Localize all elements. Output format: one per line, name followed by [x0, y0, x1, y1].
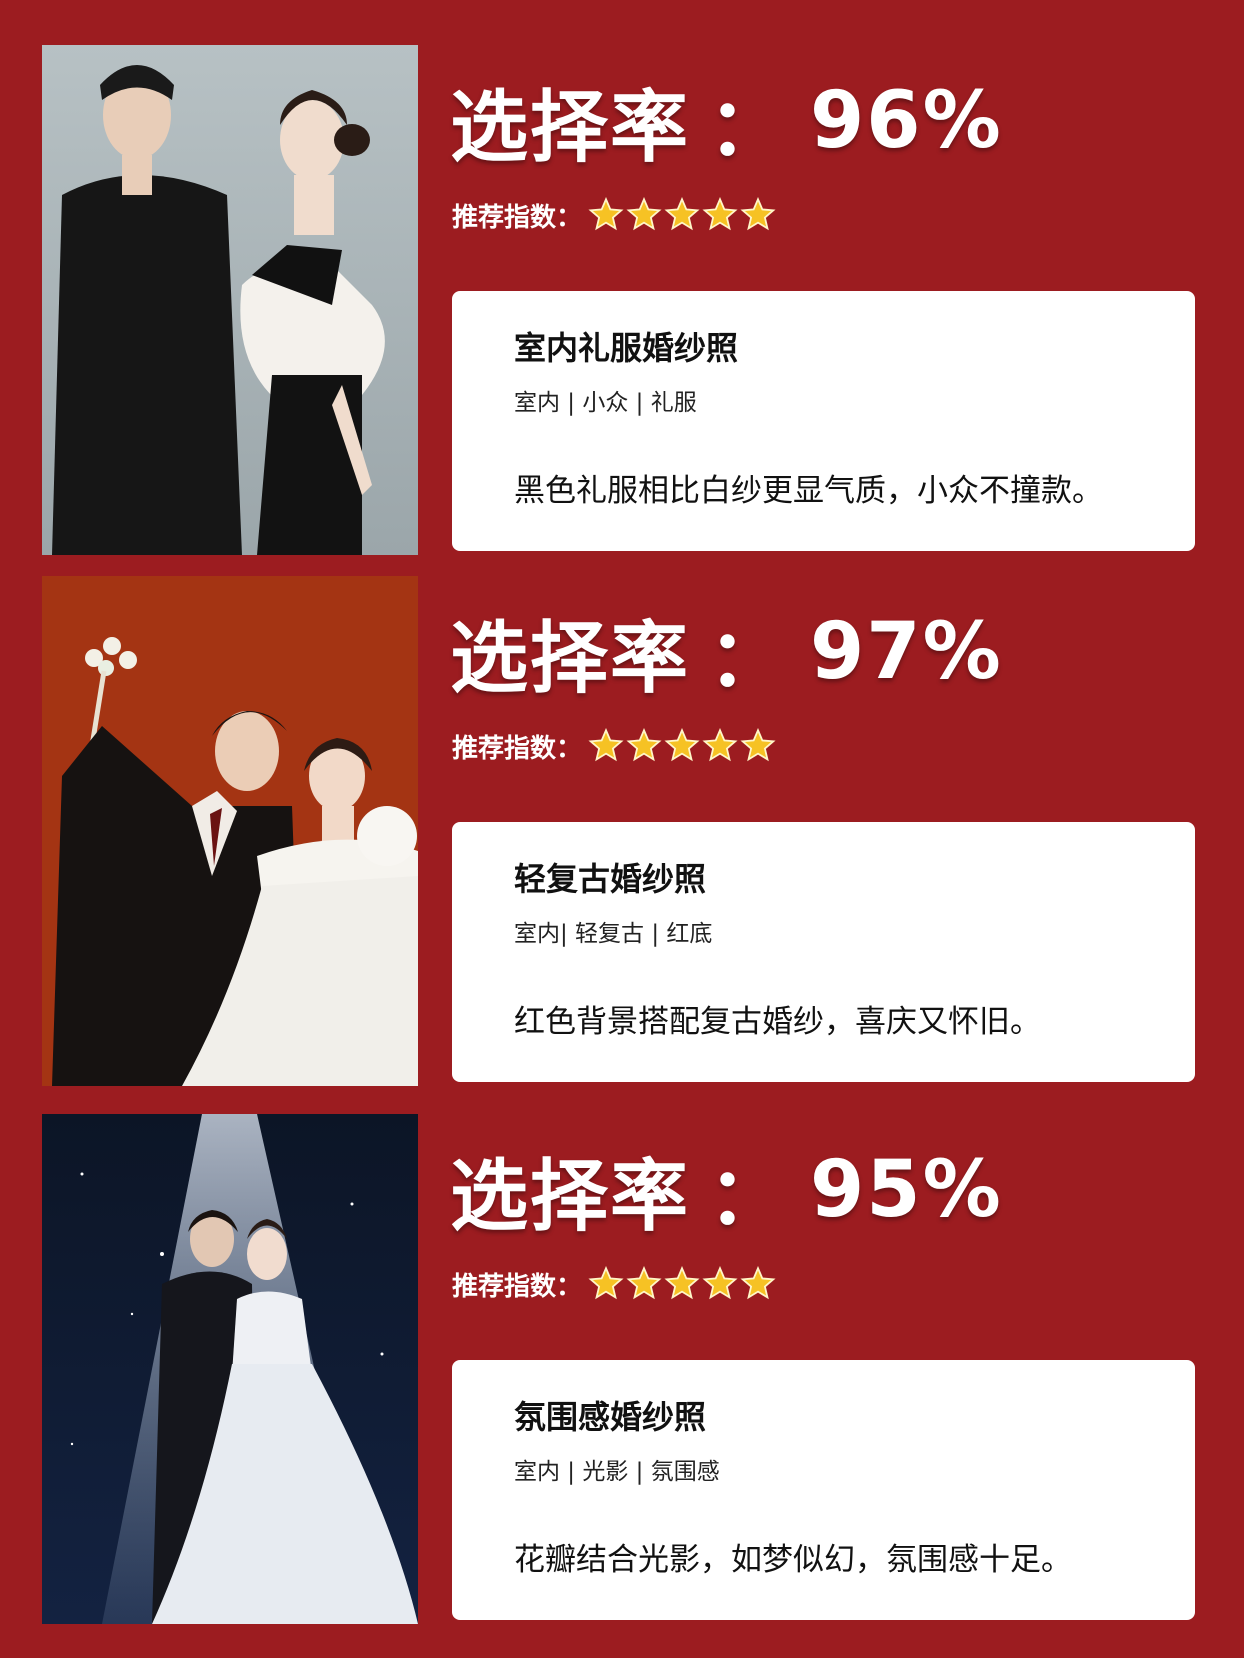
star-icon	[588, 728, 624, 762]
selection-rate-colon: ：	[708, 83, 789, 173]
package-entry-2: 选择率 ： 97% 推荐指数： 轻复古婚纱照 室内| 轻复古 | 红底 红色背景…	[0, 576, 1244, 1086]
selection-rate: 选择率 ： 95%	[450, 1140, 1003, 1242]
star-icon	[664, 197, 700, 231]
selection-rate-value: 96%	[810, 76, 1003, 166]
selection-rate-label: 选择率	[450, 83, 691, 173]
star-rating	[588, 197, 778, 233]
recommend-index-label: 推荐指数：	[452, 202, 583, 233]
star-icon	[702, 197, 738, 231]
wedding-photo-black-gown[interactable]	[42, 45, 418, 555]
selection-rate-label: 选择率	[450, 1152, 691, 1242]
package-entry-3: 选择率 ： 95% 推荐指数： 氛围感婚纱照 室内 | 光影 | 氛围感 花瓣结…	[0, 1114, 1244, 1624]
package-title: 室内礼服婚纱照	[514, 329, 739, 367]
recommend-index: 推荐指数：	[452, 191, 778, 239]
selection-rate-colon: ：	[708, 614, 789, 704]
star-icon	[664, 728, 700, 762]
star-icon	[740, 1266, 776, 1300]
star-icon	[740, 197, 776, 231]
photo-illustration	[42, 45, 418, 555]
star-icon	[702, 728, 738, 762]
selection-rate: 选择率 ： 97%	[450, 602, 1003, 704]
star-icon	[626, 1266, 662, 1300]
photo-illustration	[42, 576, 418, 1086]
star-rating	[588, 728, 778, 764]
recommend-index-label: 推荐指数：	[452, 1271, 583, 1302]
package-description: 红色背景搭配复古婚纱，喜庆又怀旧。	[514, 1004, 1041, 1040]
selection-rate: 选择率 ： 96%	[450, 71, 1003, 173]
star-icon	[588, 197, 624, 231]
package-title: 轻复古婚纱照	[514, 860, 707, 898]
star-icon	[626, 728, 662, 762]
package-entry-1: 选择率 ： 96% 推荐指数： 室内礼服婚纱照 室内 | 小众 | 礼服 黑色礼…	[0, 45, 1244, 555]
selection-rate-value: 97%	[810, 607, 1003, 697]
star-icon	[588, 1266, 624, 1300]
package-description: 花瓣结合光影，如梦似幻，氛围感十足。	[514, 1542, 1072, 1578]
star-icon	[702, 1266, 738, 1300]
selection-rate-colon: ：	[708, 1152, 789, 1242]
recommend-index: 推荐指数：	[452, 722, 778, 770]
selection-rate-label: 选择率	[450, 614, 691, 704]
recommend-index-label: 推荐指数：	[452, 733, 583, 764]
package-tags: 室内 | 光影 | 氛围感	[514, 1459, 720, 1485]
wedding-photo-red-backdrop[interactable]	[42, 576, 418, 1086]
photo-illustration	[42, 1114, 418, 1624]
star-icon	[626, 197, 662, 231]
package-description: 黑色礼服相比白纱更显气质，小众不撞款。	[514, 473, 1103, 509]
package-tags: 室内 | 小众 | 礼服	[514, 390, 697, 416]
package-title: 氛围感婚纱照	[514, 1398, 707, 1436]
selection-rate-value: 95%	[810, 1145, 1003, 1235]
star-icon	[740, 728, 776, 762]
star-rating	[588, 1266, 778, 1302]
wedding-photo-spotlight[interactable]	[42, 1114, 418, 1624]
star-icon	[664, 1266, 700, 1300]
package-tags: 室内| 轻复古 | 红底	[514, 921, 713, 947]
package-card[interactable]: 室内礼服婚纱照 室内 | 小众 | 礼服 黑色礼服相比白纱更显气质，小众不撞款。	[452, 291, 1195, 551]
package-card[interactable]: 轻复古婚纱照 室内| 轻复古 | 红底 红色背景搭配复古婚纱，喜庆又怀旧。	[452, 822, 1195, 1082]
recommend-index: 推荐指数：	[452, 1260, 778, 1308]
package-card[interactable]: 氛围感婚纱照 室内 | 光影 | 氛围感 花瓣结合光影，如梦似幻，氛围感十足。	[452, 1360, 1195, 1620]
